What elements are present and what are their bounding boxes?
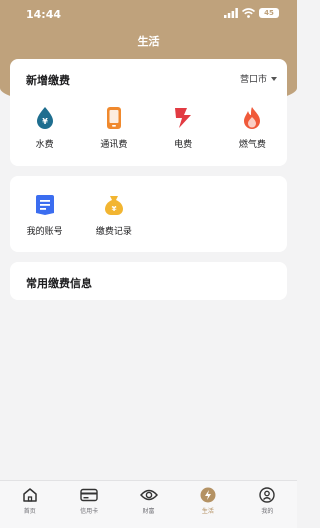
- gas-fee-label: 燃气费: [238, 140, 266, 150]
- flame-icon: [239, 105, 265, 131]
- signal-icon: [224, 8, 238, 18]
- status-bar: 14:44 45: [0, 0, 297, 28]
- telecom-fee-button[interactable]: 通讯费: [79, 105, 148, 150]
- my-account-button[interactable]: 我的账号: [10, 192, 79, 237]
- tab-credit-card[interactable]: 信用卡: [59, 481, 118, 528]
- battery-indicator: 45: [259, 8, 279, 18]
- tab-home[interactable]: 首页: [0, 481, 59, 528]
- wifi-icon: [242, 8, 255, 18]
- frequent-payment-card[interactable]: 常用缴费信息: [10, 262, 287, 300]
- city-label: 营口市: [239, 75, 267, 85]
- electricity-fee-button[interactable]: 电费: [149, 105, 218, 150]
- phone-icon: [101, 105, 127, 131]
- tab-life-label: 生活: [201, 508, 214, 515]
- tab-wealth[interactable]: 财富: [119, 481, 178, 528]
- chevron-down-icon: [271, 76, 277, 81]
- document-icon: [32, 192, 58, 218]
- my-account-label: 我的账号: [26, 227, 63, 237]
- life-icon: [199, 486, 217, 504]
- home-icon: [21, 486, 39, 504]
- profile-icon: [258, 486, 276, 504]
- new-payment-card: 新增缴费 营口市 ¥ 水费 通讯费 电费 燃气费: [10, 59, 287, 166]
- tab-life[interactable]: 生活: [178, 481, 237, 528]
- tab-mine[interactable]: 我的: [238, 481, 297, 528]
- electricity-fee-label: 电费: [174, 140, 193, 150]
- payment-records-label: 缴费记录: [95, 227, 132, 237]
- eye-icon: [139, 486, 158, 504]
- account-card: 我的账号 ¥ 缴费记录: [10, 176, 287, 252]
- page-title: 生活: [137, 35, 160, 48]
- city-selector[interactable]: 营口市: [240, 72, 277, 85]
- status-icons: 45: [224, 8, 279, 18]
- frequent-payment-title: 常用缴费信息: [26, 277, 92, 290]
- tab-wealth-label: 财富: [142, 508, 155, 515]
- water-fee-label: 水费: [35, 140, 54, 150]
- tab-credit-card-label: 信用卡: [80, 508, 99, 515]
- water-drop-icon: ¥: [32, 105, 58, 131]
- tab-bar: 首页 信用卡 财富 生活 我的: [0, 480, 297, 528]
- gas-fee-button[interactable]: 燃气费: [218, 105, 287, 150]
- tab-mine-label: 我的: [261, 508, 274, 515]
- telecom-fee-label: 通讯费: [100, 140, 128, 150]
- lightning-icon: [170, 105, 196, 131]
- credit-card-icon: [80, 486, 98, 504]
- svg-text:¥: ¥: [42, 117, 48, 126]
- tab-home-label: 首页: [23, 508, 36, 515]
- payment-records-button[interactable]: ¥ 缴费记录: [79, 192, 148, 237]
- svg-text:¥: ¥: [111, 205, 116, 213]
- water-fee-button[interactable]: ¥ 水费: [10, 105, 79, 150]
- status-time: 14:44: [26, 8, 62, 21]
- new-payment-title: 新增缴费: [26, 74, 70, 87]
- money-bag-icon: ¥: [101, 192, 127, 218]
